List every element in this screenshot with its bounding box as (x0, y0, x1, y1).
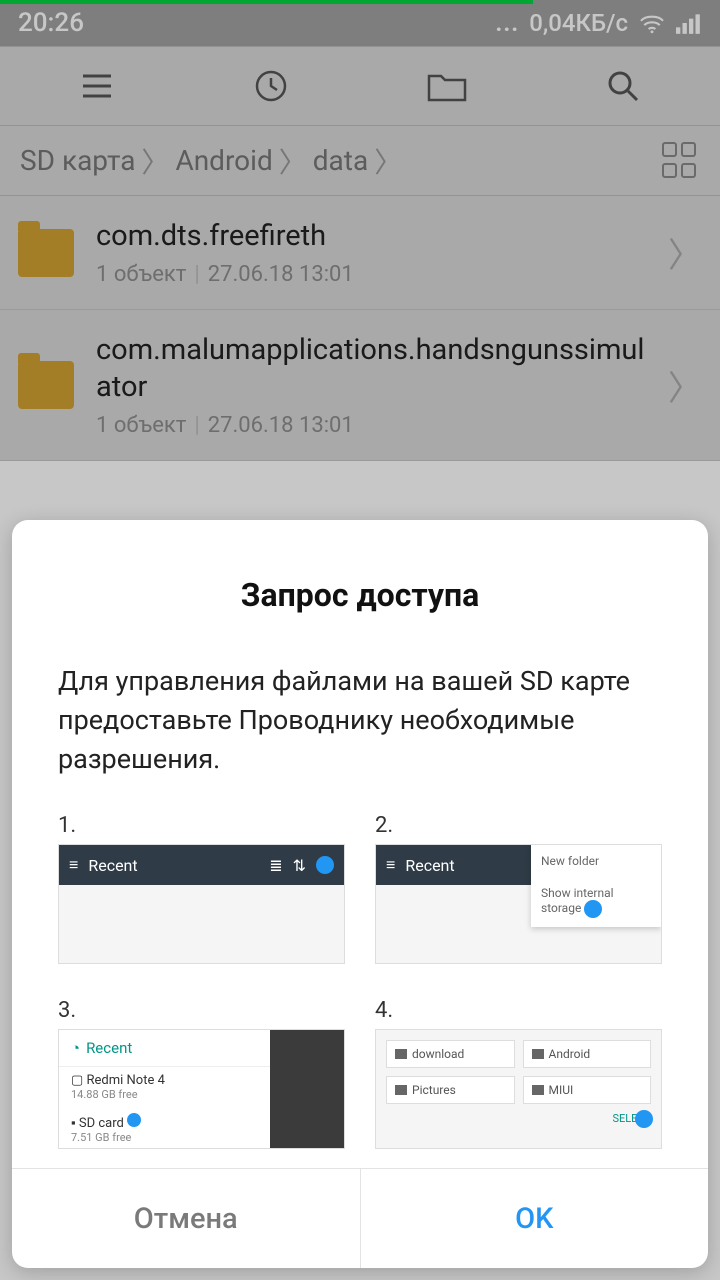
step-2: 2. ≡Recent New folder Show internal stor… (375, 813, 662, 964)
permission-dialog: Запрос доступа Для управления файлами на… (12, 520, 708, 1268)
dialog-buttons: Отмена OK (12, 1168, 708, 1268)
dialog-text: Для управления файлами на вашей SD карте… (58, 662, 662, 779)
step-1: 1. ≡Recent≣⇅ (58, 813, 345, 964)
step-3: 3. ◔Recent ▢ Redmi Note 414.88 GB free ▪… (58, 998, 345, 1149)
dialog-title: Запрос доступа (58, 576, 662, 614)
ok-button[interactable]: OK (361, 1169, 709, 1268)
cancel-button[interactable]: Отмена (12, 1169, 361, 1268)
step-4: 4. download Android Pictures MIUI SELECT (375, 998, 662, 1149)
instructions-grid: 1. ≡Recent≣⇅ 2. ≡Recent New folder Show … (58, 813, 662, 1149)
